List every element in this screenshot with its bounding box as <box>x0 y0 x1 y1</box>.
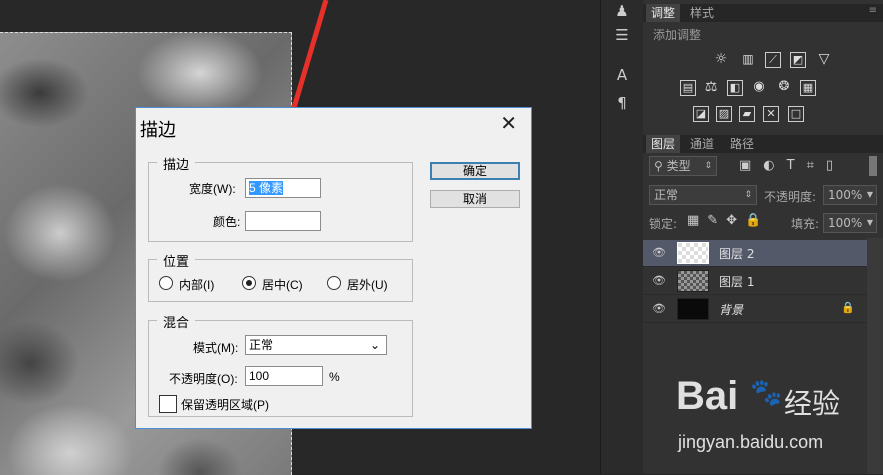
width-value: 5 像素 <box>249 181 284 195</box>
photo-filter-icon[interactable]: ◉ <box>751 80 767 96</box>
chevron-down-icon: ⌄ <box>369 338 380 352</box>
opacity-input[interactable]: 100% ▼ <box>823 185 877 205</box>
panel-menu-icon[interactable]: ≡ <box>869 5 877 16</box>
exposure-icon[interactable]: ◩ <box>790 52 806 68</box>
fill-input[interactable]: 100% ▼ <box>823 213 877 233</box>
width-label: 宽度(W): <box>189 182 236 196</box>
posterize-icon[interactable]: ▨ <box>716 106 732 122</box>
position-group-legend: 位置 <box>157 251 196 270</box>
width-input[interactable]: 5 像素 <box>245 178 321 198</box>
layer-name: 背景 <box>719 303 744 317</box>
layer-thumbnail <box>677 298 709 320</box>
layer-row[interactable]: 👁 图层 1 <box>643 268 867 295</box>
layer-thumbnail <box>677 270 709 292</box>
character-icon[interactable]: A <box>609 64 635 86</box>
brush-preset-icon[interactable]: ♟ <box>609 0 635 22</box>
visibility-eye-icon[interactable]: 👁 <box>652 274 666 287</box>
visibility-eye-icon[interactable]: 👁 <box>652 302 666 315</box>
watermark-url: jingyan.baidu.com <box>678 432 824 452</box>
stroke-group-legend: 描边 <box>157 154 196 173</box>
layer-row[interactable]: 👁 背景 🔒 <box>643 296 867 323</box>
filter-toggle[interactable] <box>869 156 877 176</box>
updown-icon: ⇕ <box>704 161 712 171</box>
stroke-dialog: 描边 ✕ 描边 宽度(W): 5 像素 颜色: 位置 内部(I) 居中(C) 居… <box>135 107 532 429</box>
black-white-icon[interactable]: ◧ <box>727 80 743 96</box>
lock-label: 锁定: <box>649 217 678 231</box>
visibility-eye-icon[interactable]: 👁 <box>652 246 666 259</box>
watermark-brand: Bai <box>676 374 739 418</box>
tab-styles[interactable]: 样式 <box>685 4 719 22</box>
panel-icon-strip: ♟ ☰ A ¶ <box>600 0 644 474</box>
close-icon[interactable]: ✕ <box>500 114 517 134</box>
radio-inside-label: 内部(I) <box>179 278 215 292</box>
adjustments-tabbar: 调整 样式 ≡ <box>643 4 883 22</box>
preserve-transparency-checkbox[interactable] <box>159 395 177 413</box>
dropdown-arrow-icon: ▼ <box>866 218 873 227</box>
layer-filter-select[interactable]: ⚲ 类型 ⇕ <box>649 156 717 176</box>
tab-channels[interactable]: 通道 <box>685 135 719 153</box>
dropdown-arrow-icon: ▼ <box>866 190 873 199</box>
blend-group-legend: 混合 <box>157 312 196 331</box>
layer-thumbnail <box>677 242 709 264</box>
mode-label: 模式(M): <box>193 341 239 355</box>
blend-group: 混合 模式(M): 正常 ⌄ 不透明度(O): 100 % 保留透明区域(P) <box>148 312 413 417</box>
radio-outside-label: 居外(U) <box>347 278 388 292</box>
mode-value: 正常 <box>249 338 274 352</box>
layer-name: 图层 2 <box>719 247 755 261</box>
opacity-label: 不透明度(O): <box>169 372 238 386</box>
color-lookup-icon[interactable]: ▦ <box>800 80 816 96</box>
layers-tabbar: 图层 通道 路径 <box>643 135 883 153</box>
paragraph-icon[interactable]: ¶ <box>609 92 635 114</box>
dialog-title: 描边 <box>140 120 176 140</box>
filter-type-label: 类型 <box>666 159 691 173</box>
preserve-transparency-label: 保留透明区域(P) <box>181 398 269 412</box>
fill-label: 填充: <box>791 217 820 231</box>
opacity-input[interactable]: 100 <box>245 366 323 386</box>
channel-mixer-icon[interactable]: ❂ <box>776 80 792 96</box>
vibrance-icon[interactable]: ▽ <box>816 52 832 68</box>
layer-name: 图层 1 <box>719 275 755 289</box>
radio-center-label: 居中(C) <box>262 278 303 292</box>
layer-row[interactable]: 👁 图层 2 <box>643 240 867 267</box>
tab-adjustments[interactable]: 调整 <box>646 4 681 22</box>
ok-button[interactable]: 确定 <box>430 162 520 180</box>
invert-icon[interactable]: ◪ <box>693 106 709 122</box>
opacity-value: 100 <box>249 369 270 383</box>
watermark-brand-cn: 经验 <box>784 387 841 420</box>
stroke-group: 描边 宽度(W): 5 像素 颜色: <box>148 154 413 242</box>
lock-icon: 🔒 <box>841 301 855 314</box>
selective-color-icon[interactable]: □ <box>788 106 804 122</box>
blend-mode-value: 正常 <box>654 188 679 202</box>
opacity-value: 100% <box>828 188 863 202</box>
levels-icon[interactable]: ▥ <box>740 52 756 68</box>
radio-center[interactable] <box>242 276 256 290</box>
opacity-label: 不透明度: <box>764 190 817 204</box>
threshold-icon[interactable]: ▰ <box>739 106 755 122</box>
color-swatch[interactable] <box>245 211 321 231</box>
paw-icon: 🐾 <box>750 378 783 408</box>
layer-filter-icons[interactable]: ▣◐T⌗▯ <box>739 158 845 173</box>
tab-layers[interactable]: 图层 <box>646 135 681 153</box>
brightness-icon[interactable]: ☼ <box>713 52 729 68</box>
search-icon: ⚲ <box>654 159 663 173</box>
radio-inside[interactable] <box>159 276 173 290</box>
hue-saturation-icon[interactable]: ▤ <box>680 80 696 96</box>
position-group: 位置 内部(I) 居中(C) 居外(U) <box>148 251 413 302</box>
blend-mode-select[interactable]: 正常 ⇕ <box>649 185 757 205</box>
radio-outside[interactable] <box>327 276 341 290</box>
adjustments-title: 添加调整 <box>653 28 702 42</box>
lock-icons[interactable]: ▦✎✥🔒 <box>687 213 769 228</box>
tab-paths[interactable]: 路径 <box>725 135 759 153</box>
baidu-watermark: Bai 🐾 经验 jingyan.baidu.com <box>672 374 872 464</box>
color-balance-icon[interactable]: ⚖ <box>703 80 719 96</box>
adjust-sliders-icon[interactable]: ☰ <box>609 24 635 46</box>
updown-icon: ⇕ <box>744 190 752 200</box>
color-label: 颜色: <box>213 215 241 229</box>
fill-value: 100% <box>828 216 863 230</box>
gradient-map-icon[interactable]: ✕ <box>763 106 779 122</box>
mode-select[interactable]: 正常 ⌄ <box>245 335 387 355</box>
cancel-button[interactable]: 取消 <box>430 190 520 208</box>
percent-unit: % <box>329 370 340 384</box>
curves-icon[interactable]: ⟋ <box>765 52 781 68</box>
